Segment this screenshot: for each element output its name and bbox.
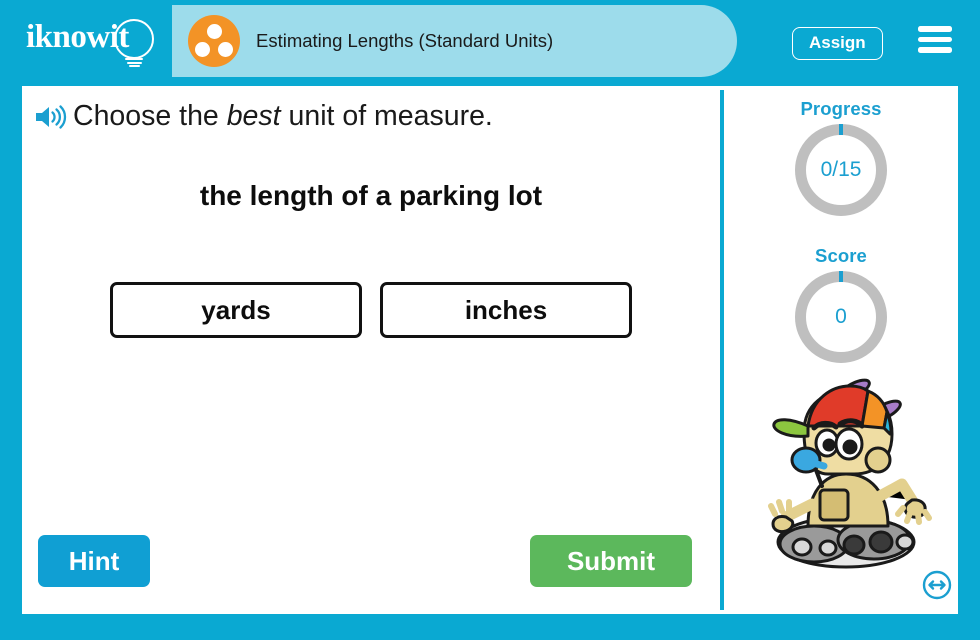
progress-meter: Progress 0/15 [724, 98, 958, 216]
prompt-text-after: unit of measure. [280, 100, 493, 132]
horizontal-resize-icon[interactable] [922, 570, 952, 600]
page-title: Estimating Lengths (Standard Units) [256, 30, 554, 51]
status-sidebar: Progress 0/15 Score 0 [724, 86, 958, 614]
brand-logo[interactable]: iknowit [26, 16, 176, 70]
lightbulb-icon [114, 19, 154, 59]
app-header: iknowit Estimating Lengths (Standard Uni… [0, 0, 980, 80]
progress-donut-tick [839, 124, 843, 135]
assign-button[interactable]: Assign [792, 27, 883, 60]
robot-mascot-propeller-hat [768, 378, 932, 569]
answer-choice-yards[interactable]: yards [110, 282, 362, 338]
progress-donut: 0/15 [795, 124, 887, 216]
score-donut: 0 [795, 271, 887, 363]
question-prompt: Choose the best unit of measure. [73, 100, 493, 133]
score-label: Score [815, 245, 867, 266]
hamburger-menu-icon[interactable] [918, 26, 952, 53]
progress-label: Progress [800, 98, 882, 119]
progress-value: 0/15 [820, 158, 862, 181]
answer-choices: yards inches [22, 282, 720, 338]
header-title-pill: Estimating Lengths (Standard Units) [172, 5, 737, 77]
hint-button[interactable]: Hint [38, 535, 150, 587]
score-donut-tick [839, 271, 843, 282]
score-value: 0 [835, 305, 847, 328]
lightbulb-base-icon [125, 58, 143, 69]
score-meter: Score 0 [724, 245, 958, 363]
answer-choice-inches[interactable]: inches [380, 282, 632, 338]
question-stem: the length of a parking lot [199, 180, 543, 211]
speaker-icon[interactable] [34, 103, 68, 131]
three-dots-circle-icon [188, 15, 240, 67]
content-card: Choose the best unit of measure. the len… [22, 86, 958, 614]
app-window: iknowit Estimating Lengths (Standard Uni… [0, 0, 980, 640]
question-prompt-row: Choose the best unit of measure. [34, 100, 493, 133]
prompt-text-emphasis: best [226, 100, 281, 132]
prompt-text-before: Choose the [73, 100, 227, 132]
submit-button[interactable]: Submit [530, 535, 692, 587]
